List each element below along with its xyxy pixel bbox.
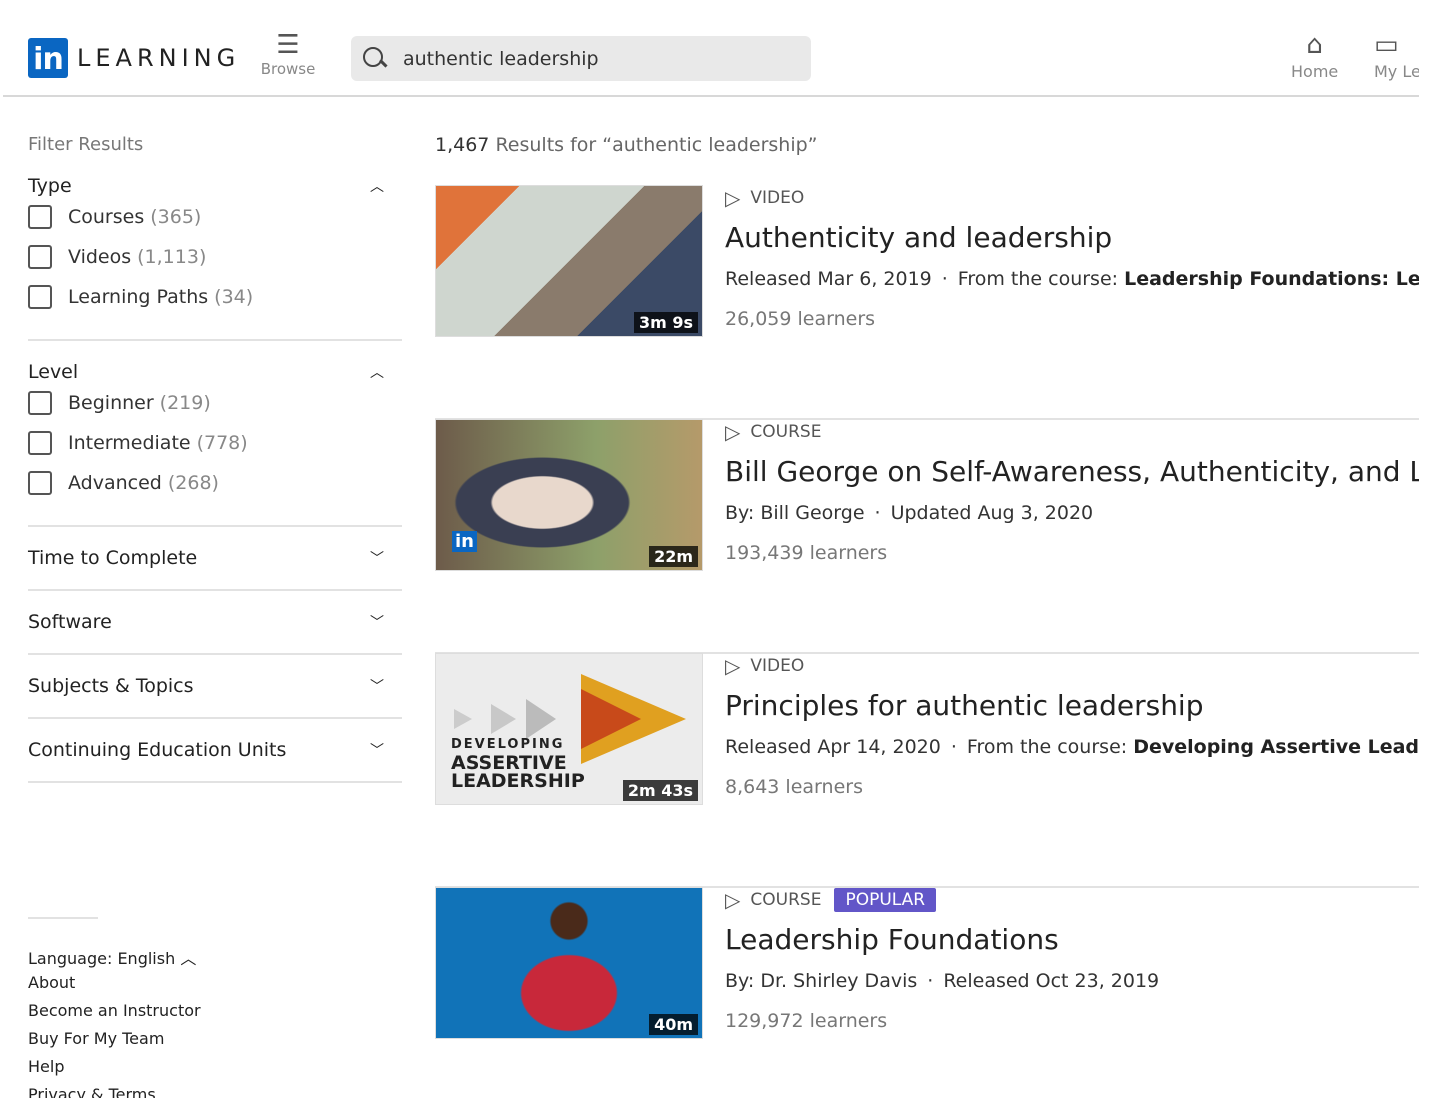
home-icon: ⌂	[1306, 30, 1323, 60]
play-icon: ▷	[725, 420, 741, 444]
checkbox[interactable]	[28, 285, 52, 309]
play-icon: ▷	[725, 888, 741, 912]
footer-link-help[interactable]: Help	[28, 1057, 201, 1085]
divider	[28, 917, 98, 919]
chevron-down-icon: ﹀	[370, 743, 384, 759]
result-item[interactable]: DEVELOPING ASSERTIVE LEADERSHIP 2m 43s ▷ VI…	[435, 653, 1419, 888]
chevron-up-icon: ︿	[370, 179, 384, 195]
filter-title: Filter Results	[28, 134, 144, 155]
search-input[interactable]	[403, 47, 783, 70]
result-title[interactable]: Leadership Foundations	[725, 923, 1159, 956]
checkbox[interactable]	[28, 471, 52, 495]
language-selector[interactable]: Language: English ︿	[28, 945, 201, 973]
thumbnail[interactable]: 3m 9s	[435, 185, 703, 337]
top-nav: inLEARNING ☰Browse ⌂Home ▭My Learning	[3, 0, 1419, 97]
thumbnail[interactable]: in 22m	[435, 419, 703, 571]
play-icon: ▷	[725, 654, 741, 678]
filter-option[interactable]: Advanced (268)	[28, 463, 402, 503]
checkbox[interactable]	[28, 391, 52, 415]
course-link[interactable]: Leadership Foundations: Leadership Style…	[1124, 268, 1419, 290]
footer: Language: English ︿ About Become an Inst…	[28, 917, 201, 1098]
filter-ceu[interactable]: Continuing Education Units ﹀	[28, 719, 402, 783]
chevron-down-icon: ﹀	[370, 551, 384, 567]
result-title[interactable]: Bill George on Self-Awareness, Authentic…	[725, 455, 1419, 488]
filter-subjects-topics[interactable]: Subjects & Topics ﹀	[28, 655, 402, 719]
filter-option[interactable]: Learning Paths (34)	[28, 277, 402, 317]
footer-link-instructor[interactable]: Become an Instructor	[28, 1001, 201, 1029]
filter-option[interactable]: Intermediate (778)	[28, 423, 402, 463]
filter-option[interactable]: Videos (1,113)	[28, 237, 402, 277]
nav-home[interactable]: ⌂ Home	[1291, 30, 1338, 81]
course-link[interactable]: Developing Assertive Leadership	[1133, 736, 1419, 758]
result-item[interactable]: in 22m ▷ COURSE Bill George on Self-Awaren…	[435, 419, 1419, 654]
filter-option[interactable]: Beginner (219)	[28, 383, 402, 423]
thumbnail[interactable]: DEVELOPING ASSERTIVE LEADERSHIP 2m 43s	[435, 653, 703, 805]
result-item[interactable]: 3m 9s ▷ VIDEO Authenticity and leadership…	[435, 185, 1419, 420]
linkedin-learning-logo[interactable]: in LEARNING	[28, 38, 240, 78]
chevron-down-icon: ﹀	[370, 679, 384, 695]
filter-type: Type ︿ Courses (365) Videos (1,113) Learnin…	[28, 155, 402, 341]
footer-link-privacy[interactable]: Privacy & Terms	[28, 1085, 201, 1098]
linkedin-in-icon: in	[28, 38, 68, 78]
search-icon[interactable]	[361, 45, 389, 73]
checkbox[interactable]	[28, 205, 52, 229]
filter-software[interactable]: Software ﹀	[28, 591, 402, 655]
linkedin-in-icon: in	[452, 531, 477, 552]
play-icon: ▷	[725, 186, 741, 210]
result-item[interactable]: 40m ▷ COURSE POPULAR Leadership Foundation…	[435, 887, 1419, 1098]
results: 1,467 Results for “authentic leadership”…	[435, 97, 1419, 1039]
result-title[interactable]: Authenticity and leadership	[725, 221, 1419, 254]
filter-option[interactable]: Courses (365)	[28, 197, 402, 237]
filter-time-to-complete[interactable]: Time to Complete ﹀	[28, 527, 402, 591]
result-title[interactable]: Principles for authentic leadership	[725, 689, 1419, 722]
footer-link-about[interactable]: About	[28, 973, 201, 1001]
filter-level: Level ︿ Beginner (219) Intermediate (778) A…	[28, 341, 402, 527]
thumbnail-title: DEVELOPING ASSERTIVE LEADERSHIP	[451, 737, 585, 792]
checkbox[interactable]	[28, 245, 52, 269]
browse-button[interactable]: ☰ Browse	[258, 30, 318, 78]
bookmark-icon: ▭	[1374, 30, 1399, 60]
chevron-down-icon: ﹀	[370, 615, 384, 631]
filter-sidebar: Filter Results Type ︿ Courses (365) Videos…	[28, 97, 402, 783]
checkbox[interactable]	[28, 431, 52, 455]
chevron-up-icon: ︿	[370, 365, 384, 381]
chevron-up-icon: ︿	[180, 949, 197, 968]
popular-badge: POPULAR	[834, 888, 937, 912]
search-bar[interactable]	[351, 36, 811, 81]
footer-link-buy[interactable]: Buy For My Team	[28, 1029, 201, 1057]
nav-my-learning[interactable]: ▭My Learning	[1374, 30, 1419, 81]
thumbnail[interactable]: 40m	[435, 887, 703, 1039]
results-count: 1,467 Results for “authentic leadership”	[435, 134, 818, 156]
list-icon: ☰	[276, 30, 300, 60]
